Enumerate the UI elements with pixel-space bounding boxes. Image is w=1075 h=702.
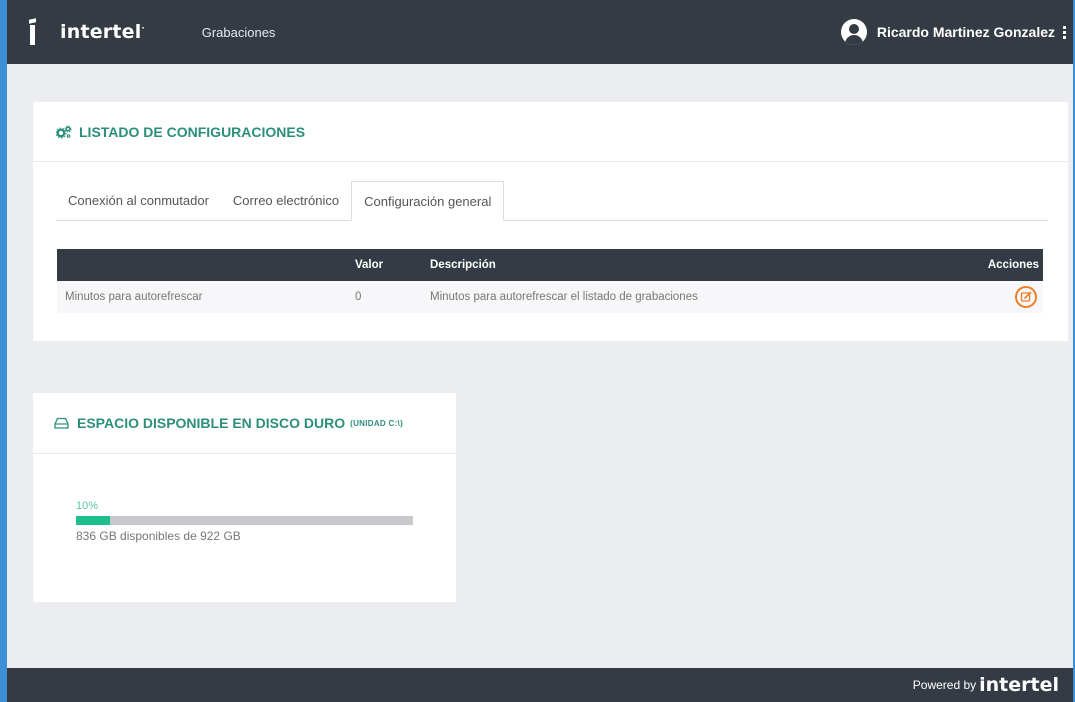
column-header-descripcion: Descripción [422, 249, 930, 281]
disk-usage-progress-fill [76, 516, 110, 525]
row-config-description: Minutos para autorefrescar el listado de… [422, 281, 930, 313]
edit-button[interactable] [1015, 286, 1037, 308]
config-card-title: LISTADO DE CONFIGURACIONES [79, 123, 306, 140]
column-header-valor: Valor [347, 249, 422, 281]
disk-space-card: ESPACIO DISPONIBLE EN DISCO DURO (UNIDAD… [33, 393, 456, 602]
config-table: Valor Descripción Acciones Minutos para … [57, 249, 1043, 313]
powered-by-label: Powered by [912, 678, 977, 692]
disk-card-header: ESPACIO DISPONIBLE EN DISCO DURO (UNIDAD… [33, 393, 456, 454]
top-navbar: intertel· Grabaciones Ricardo Martinez G… [7, 0, 1073, 64]
row-actions [930, 281, 1043, 313]
footer-brand-logo: intertel [979, 674, 1059, 696]
user-avatar-icon[interactable] [840, 19, 867, 45]
intertel-logo-icon[interactable] [29, 18, 37, 45]
table-header-row: Valor Descripción Acciones [57, 249, 1043, 281]
config-tabs: Conexión al conmutador Correo electrónic… [56, 181, 1048, 221]
footer: Powered by intertel [7, 668, 1073, 702]
disk-unit-label: (UNIDAD C:\) [350, 418, 404, 428]
disk-availability-text: 836 GB disponibles de 922 GB [76, 529, 241, 543]
gears-icon [56, 125, 72, 138]
config-list-card: LISTADO DE CONFIGURACIONES Conexión al c… [33, 102, 1068, 341]
tab-configuracion-general[interactable]: Configuración general [351, 181, 505, 221]
config-card-header: LISTADO DE CONFIGURACIONES [33, 102, 1068, 162]
row-config-name: Minutos para autorefrescar [57, 281, 347, 313]
user-menu[interactable]: Ricardo Martinez Gonzalez [840, 19, 1067, 45]
table-row: Minutos para autorefrescar 0 Minutos par… [57, 281, 1043, 313]
column-header-name [57, 249, 347, 281]
hard-drive-icon [54, 417, 69, 429]
column-header-acciones: Acciones [930, 249, 1043, 281]
row-config-value: 0 [347, 281, 422, 313]
tab-conexion-conmutador[interactable]: Conexión al conmutador [56, 181, 221, 221]
tab-correo-electronico[interactable]: Correo electrónico [221, 181, 351, 221]
disk-usage-percent: 10% [76, 500, 99, 512]
user-name[interactable]: Ricardo Martinez Gonzalez [877, 24, 1055, 40]
disk-card-title: ESPACIO DISPONIBLE EN DISCO DURO [77, 415, 346, 431]
disk-usage-progress-bar [76, 516, 413, 525]
nav-link-grabaciones[interactable]: Grabaciones [202, 25, 276, 40]
kebab-menu-icon[interactable] [1063, 25, 1067, 39]
edit-icon[interactable] [1017, 288, 1035, 306]
brand-logo-text[interactable]: intertel· [60, 21, 145, 43]
